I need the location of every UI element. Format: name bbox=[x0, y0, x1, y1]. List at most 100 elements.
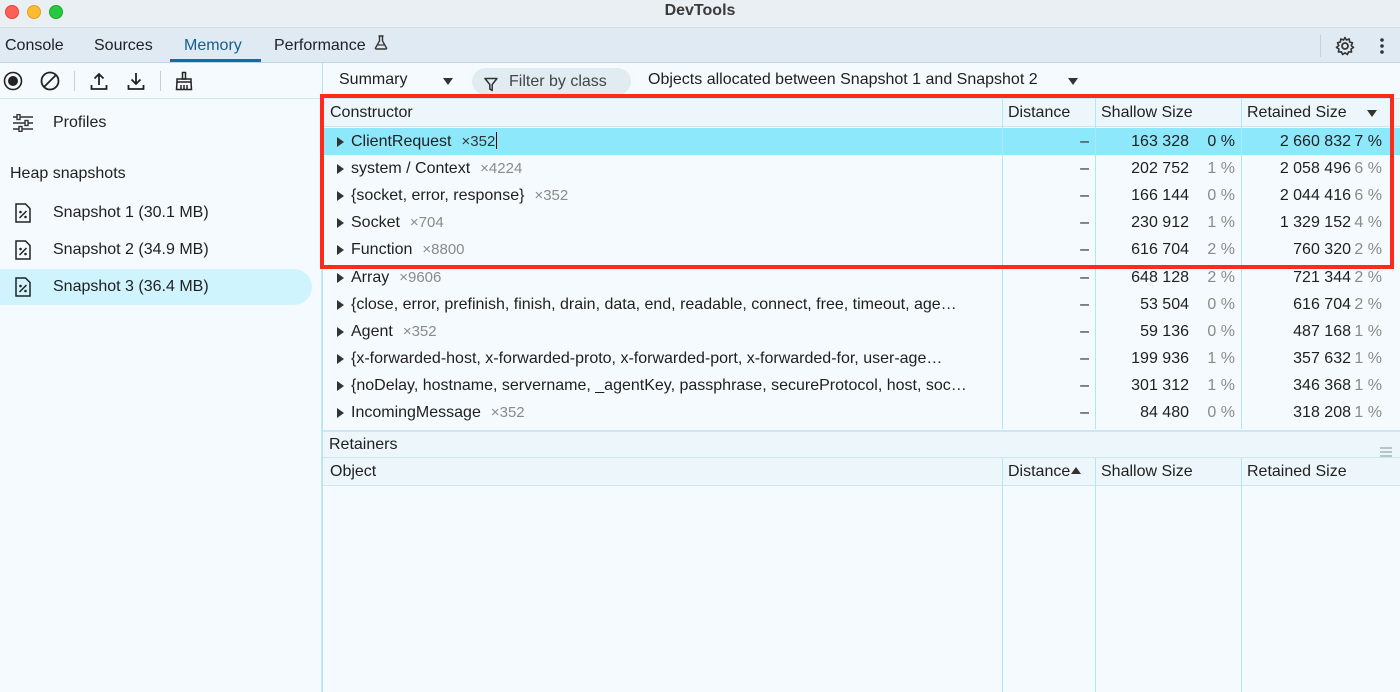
upload-icon[interactable] bbox=[87, 69, 111, 93]
distance-cell: – bbox=[1080, 404, 1089, 421]
constructor-name-cell: Array ×9606 bbox=[351, 264, 996, 291]
table-row[interactable]: Socket ×704 – 230 912 1 % 1 329 152 4 % bbox=[323, 209, 1400, 236]
expand-triangle-icon[interactable] bbox=[337, 408, 344, 418]
tab-console[interactable]: Console bbox=[5, 28, 64, 63]
sliders-icon bbox=[12, 112, 34, 134]
shallow-percent-cell: 1 % bbox=[1207, 160, 1235, 178]
view-select[interactable]: Summary bbox=[339, 71, 407, 89]
retained-size-cell: 760 320 bbox=[1293, 241, 1351, 259]
sidebar-item-profiles[interactable]: Profiles bbox=[0, 105, 312, 141]
record-icon[interactable] bbox=[1, 69, 25, 93]
constructor-name: {close, error, prefinish, finish, drain,… bbox=[351, 295, 957, 313]
header-shallow-size[interactable]: Shallow Size bbox=[1101, 99, 1193, 126]
snapshot-range-select[interactable]: Objects allocated between Snapshot 1 and… bbox=[648, 71, 1038, 89]
clear-icon[interactable] bbox=[38, 69, 62, 93]
chevron-down-icon bbox=[443, 78, 453, 85]
shallow-percent-cell: 2 % bbox=[1207, 268, 1235, 286]
table-row[interactable]: {close, error, prefinish, finish, drain,… bbox=[323, 291, 1400, 318]
header-retained-size[interactable]: Retained Size bbox=[1247, 99, 1347, 126]
retained-size-cell: 2 044 416 bbox=[1279, 187, 1351, 205]
retainers-grid-header: Object Distance Shallow Size Retained Si… bbox=[323, 458, 1400, 486]
shallow-percent-cell: 0 % bbox=[1207, 187, 1235, 205]
retained-size-cell: 346 368 bbox=[1293, 376, 1351, 394]
header-shallow-size[interactable]: Shallow Size bbox=[1101, 458, 1193, 485]
column-divider bbox=[1095, 458, 1096, 692]
constructor-name: {socket, error, response} bbox=[351, 187, 525, 205]
table-row[interactable]: Agent ×352 – 59 136 0 % 487 168 1 % bbox=[323, 318, 1400, 345]
distance-cell: – bbox=[1080, 376, 1089, 394]
tab-memory[interactable]: Memory bbox=[184, 28, 242, 63]
table-row[interactable]: IncomingMessage ×352 – 84 480 0 % 318 208 1 % bbox=[323, 399, 1400, 426]
expand-triangle-icon[interactable] bbox=[337, 299, 344, 310]
column-divider bbox=[1002, 99, 1003, 429]
table-row[interactable]: Array ×9606–648 128 2 % 721 344 2 % bbox=[323, 264, 1400, 291]
expand-triangle-icon[interactable] bbox=[337, 137, 344, 147]
sidebar-item-snapshot-1[interactable]: Snapshot 1 (30.1 MB) bbox=[0, 195, 312, 231]
table-row[interactable]: {socket, error, response} ×352 – 166 144 0 %… bbox=[323, 182, 1400, 209]
header-constructor[interactable]: Constructor bbox=[330, 99, 413, 126]
sort-descending-icon bbox=[1367, 110, 1377, 117]
panel-tabbar: Console Sources Memory Performance bbox=[0, 28, 1400, 63]
chevron-down-icon bbox=[1068, 78, 1078, 85]
constructor-name-cell: Function ×8800 bbox=[351, 236, 996, 263]
table-row[interactable]: Function ×8800–616 704 2 % 760 320 2 % bbox=[323, 236, 1400, 263]
retained-percent-cell: 1 % bbox=[1354, 322, 1382, 340]
constructor-name: Function bbox=[351, 241, 413, 259]
broom-icon[interactable] bbox=[172, 69, 196, 93]
heap-snapshots-heading: Heap snapshots bbox=[10, 165, 126, 182]
sidebar-item-label: Snapshot 2 (34.9 MB) bbox=[53, 241, 209, 258]
expand-triangle-icon[interactable] bbox=[337, 272, 344, 283]
active-tab-indicator bbox=[170, 59, 261, 62]
expand-triangle-icon[interactable] bbox=[337, 191, 344, 202]
shallow-size-cell: 202 752 bbox=[1131, 160, 1189, 178]
retainers-header[interactable]: Retainers bbox=[323, 430, 1400, 458]
header-retained-size[interactable]: Retained Size bbox=[1247, 458, 1347, 485]
column-divider bbox=[1241, 458, 1242, 692]
expand-triangle-icon[interactable] bbox=[337, 380, 344, 391]
header-object[interactable]: Object bbox=[330, 458, 376, 485]
retained-percent-cell: 6 % bbox=[1354, 160, 1382, 178]
retained-percent-cell: 2 % bbox=[1354, 295, 1382, 313]
header-distance[interactable]: Distance bbox=[1008, 99, 1070, 126]
sidebar-splitter[interactable] bbox=[322, 63, 323, 692]
snapshot-filterbar: Summary Filter by class Objects allocate… bbox=[323, 63, 1400, 99]
sidebar-item-snapshot-3[interactable]: Snapshot 3 (36.4 MB) bbox=[0, 269, 312, 305]
settings-gear-icon[interactable] bbox=[1334, 35, 1356, 57]
retained-percent-cell: 1 % bbox=[1354, 404, 1382, 421]
shallow-size-cell: 648 128 bbox=[1131, 268, 1189, 286]
expand-triangle-icon[interactable] bbox=[337, 245, 344, 256]
sidebar-item-snapshot-2[interactable]: Snapshot 2 (34.9 MB) bbox=[0, 232, 312, 268]
flask-icon bbox=[374, 28, 388, 64]
instance-count: ×9606 bbox=[399, 268, 442, 286]
retained-percent-cell: 1 % bbox=[1354, 376, 1382, 394]
expand-triangle-icon[interactable] bbox=[337, 218, 344, 229]
retained-percent-cell: 1 % bbox=[1354, 349, 1382, 367]
retained-size-cell: 2 660 832 bbox=[1279, 133, 1351, 150]
tabbar-divider bbox=[1320, 35, 1321, 57]
constructor-name-cell: IncomingMessage ×352 bbox=[351, 399, 996, 426]
shallow-percent-cell: 1 % bbox=[1207, 349, 1235, 367]
table-row[interactable]: {noDelay, hostname, servername, _agentKe… bbox=[323, 372, 1400, 399]
constructor-grid: Constructor Distance Shallow Size Retain… bbox=[323, 99, 1400, 429]
shallow-size-cell: 199 936 bbox=[1131, 349, 1189, 367]
table-row[interactable]: ClientRequest ×352 – 163 328 0 % 2 660 832 7 % bbox=[323, 128, 1400, 155]
constructor-name-cell: ClientRequest ×352 bbox=[351, 128, 996, 155]
distance-cell: – bbox=[1080, 349, 1089, 367]
download-icon[interactable] bbox=[124, 69, 148, 93]
table-row[interactable]: system / Context ×4224 – 202 752 1 % 2 058 49… bbox=[323, 155, 1400, 182]
constructor-name-cell: {socket, error, response} ×352 bbox=[351, 182, 996, 209]
retained-size-cell: 357 632 bbox=[1293, 349, 1351, 367]
retained-percent-cell: 2 % bbox=[1354, 268, 1382, 286]
tab-performance[interactable]: Performance bbox=[274, 28, 388, 63]
drag-handle-icon[interactable] bbox=[1380, 440, 1392, 457]
shallow-percent-cell: 2 % bbox=[1207, 241, 1235, 259]
header-distance[interactable]: Distance bbox=[1008, 458, 1082, 485]
snapshot-icon bbox=[12, 239, 34, 261]
class-filter-input[interactable]: Filter by class bbox=[472, 68, 631, 95]
tab-sources[interactable]: Sources bbox=[94, 28, 153, 63]
table-row[interactable]: {x-forwarded-host, x-forwarded-proto, x-… bbox=[323, 345, 1400, 372]
expand-triangle-icon[interactable] bbox=[337, 353, 344, 364]
expand-triangle-icon[interactable] bbox=[337, 164, 344, 175]
expand-triangle-icon[interactable] bbox=[337, 326, 344, 337]
more-vertical-icon[interactable] bbox=[1371, 35, 1393, 57]
